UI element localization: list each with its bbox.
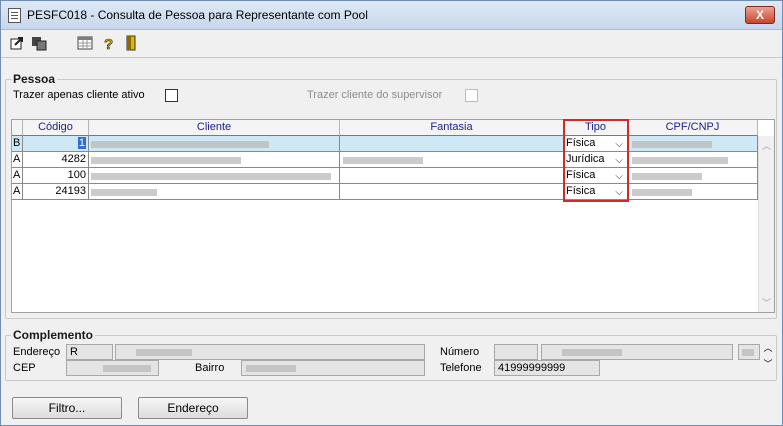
redacted-text [91,189,157,196]
redacted-text [632,173,702,180]
redacted-text [632,157,728,164]
endereco-label: Endereço [13,346,61,358]
cep-field[interactable] [66,360,159,376]
redacted-text [632,189,692,196]
grid-header-status [12,120,23,136]
supervisor-checkbox[interactable] [465,89,478,102]
row-cliente[interactable] [89,168,340,184]
row-fantasia[interactable] [340,136,564,152]
redacted-text [246,365,296,372]
row-cpf-cnpj[interactable] [628,184,758,200]
redacted-text [742,349,754,356]
row-cpf-cnpj[interactable] [628,152,758,168]
row-cpf-cnpj[interactable] [628,136,758,152]
row-fantasia[interactable] [340,168,564,184]
bairro-label: Bairro [195,362,225,374]
grid-header-cpf-cnpj[interactable]: CPF/CNPJ [628,120,758,136]
pessoa-legend: Pessoa [11,72,58,86]
complemento-field[interactable] [541,344,733,360]
row-codigo[interactable]: 100 [23,168,89,184]
row-fantasia[interactable] [340,184,564,200]
telefone-label: Telefone [440,362,482,374]
row-status: B [12,136,23,152]
row-codigo[interactable]: 4282 [23,152,89,168]
grid-header-tipo[interactable]: Tipo [564,120,628,136]
row-cliente[interactable] [89,152,340,168]
bairro-field[interactable] [241,360,425,376]
chevron-down-icon: ⌵ [615,155,623,166]
numero-field[interactable] [494,344,538,360]
grid-header-fantasia[interactable]: Fantasia [340,120,564,136]
toolbar-divider [1,57,782,58]
redacted-text [343,157,423,164]
endereco-tipo-field[interactable]: R [66,344,113,360]
endereco-field[interactable] [115,344,425,360]
redacted-text [91,173,331,180]
chevron-down-icon: ⌵ [615,139,623,150]
chevron-down-icon: ⌵ [615,171,623,182]
row-tipo-combo[interactable]: Jurídica ⌵ [564,152,628,168]
row-status: A [12,152,23,168]
close-button[interactable]: X [745,6,775,24]
supervisor-label: Trazer cliente do supervisor [307,89,443,101]
cliente-ativo-label: Trazer apenas cliente ativo [13,89,145,101]
cep-label: CEP [13,362,36,374]
main-window: PESFC018 - Consulta de Pessoa para Repre… [0,0,783,426]
redacted-text [136,349,192,356]
svg-text:?: ? [104,36,113,51]
row-cpf-cnpj[interactable] [628,168,758,184]
pessoa-grid: Código Cliente Fantasia Tipo CPF/CNPJ B … [11,119,775,313]
filtro-button[interactable]: Filtro... [12,397,122,419]
chevron-down-icon: ⌵ [615,187,623,198]
grid-vertical-scrollbar[interactable]: ︿ ﹀ [758,136,774,312]
redacted-text [103,365,151,372]
redacted-text [91,157,241,164]
telefone-field[interactable]: 41999999999 [494,360,600,376]
title-bar: PESFC018 - Consulta de Pessoa para Repre… [1,1,782,30]
scroll-down-icon[interactable]: ﹀ [762,296,771,309]
row-cliente[interactable] [89,184,340,200]
cliente-ativo-checkbox[interactable] [165,89,178,102]
row-tipo-combo[interactable]: Física ⌵ [564,168,628,184]
complemento-extra-field[interactable] [738,344,760,360]
export-icon[interactable] [9,35,25,51]
row-codigo[interactable]: 24193 [23,184,89,200]
document-icon [8,8,21,23]
row-status: A [12,168,23,184]
redacted-text [91,141,269,148]
row-tipo: Física [566,137,596,149]
numero-label: Número [440,346,480,358]
scroll-up-icon[interactable]: ︿ [762,139,771,152]
row-status: A [12,184,23,200]
row-tipo: Física [566,185,596,197]
redacted-text [562,349,622,356]
window-title: PESFC018 - Consulta de Pessoa para Repre… [27,8,368,22]
exit-icon[interactable] [123,35,139,51]
copy-icon[interactable] [31,35,47,51]
toolbar: ? [1,31,782,55]
row-codigo[interactable]: 1 [23,136,89,152]
redacted-text [632,141,712,148]
spin-up-icon[interactable]: ︿ [762,344,774,360]
endereco-button[interactable]: Endereço [138,397,248,419]
spin-down-icon[interactable]: ﹀ [762,360,774,376]
row-tipo: Física [566,169,596,181]
codigo-selected-value[interactable]: 1 [77,137,86,149]
grid-icon[interactable] [77,35,93,51]
row-fantasia[interactable] [340,152,564,168]
row-tipo-combo[interactable]: Física ⌵ [564,136,628,152]
complemento-legend: Complemento [11,328,96,342]
grid-header-codigo[interactable]: Código [23,120,89,136]
grid-header-cliente[interactable]: Cliente [89,120,340,136]
help-icon[interactable]: ? [101,35,117,51]
row-tipo-combo[interactable]: Física ⌵ [564,184,628,200]
row-tipo: Jurídica [566,153,605,165]
row-cliente[interactable] [89,136,340,152]
